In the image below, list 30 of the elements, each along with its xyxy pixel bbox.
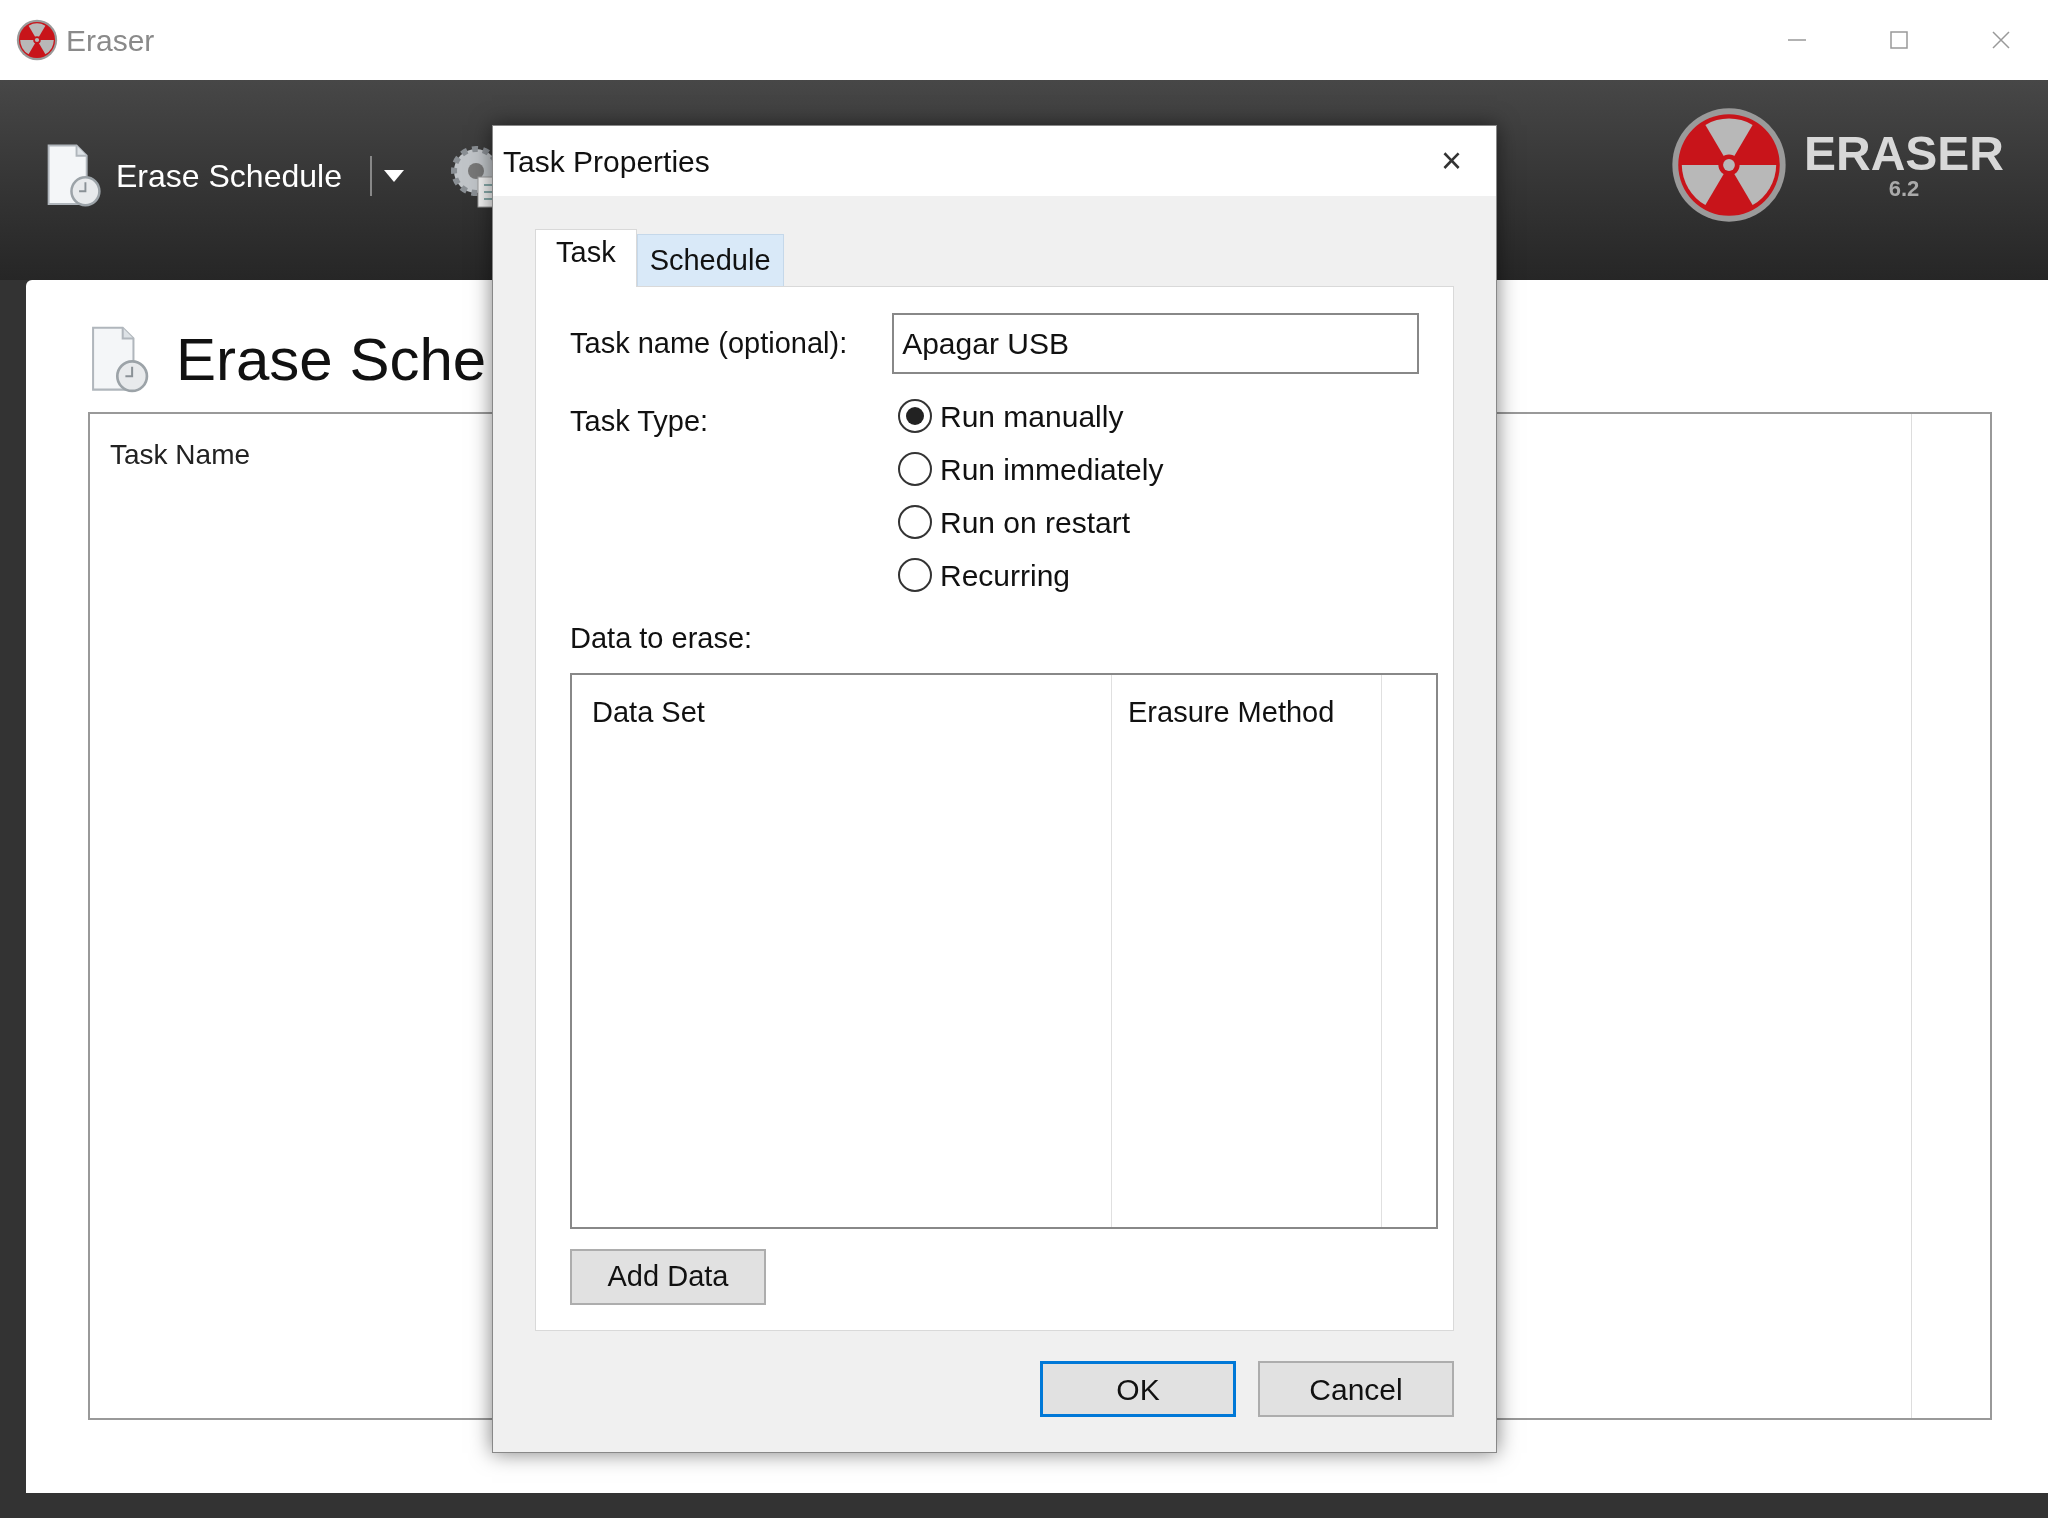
tab[interactable]: Schedule bbox=[636, 234, 784, 286]
erase-schedule-button[interactable]: Erase Schedule bbox=[116, 152, 342, 200]
radio-label: Run manually bbox=[940, 398, 1124, 435]
task-name-field[interactable]: Apagar USB bbox=[892, 313, 1419, 374]
dialog-title: Task Properties bbox=[503, 143, 710, 180]
radio-label: Run on restart bbox=[940, 504, 1131, 541]
dialog-button[interactable]: Cancel bbox=[1258, 1361, 1454, 1417]
radio-button[interactable] bbox=[898, 505, 932, 539]
section-label: Data to erase: bbox=[570, 621, 754, 656]
column-header: Task Name bbox=[109, 438, 252, 472]
dialog-button[interactable]: OK bbox=[1040, 1361, 1236, 1417]
dropdown-caret-icon[interactable] bbox=[383, 170, 404, 182]
radio-label: Recurring bbox=[940, 557, 1071, 594]
radio-button[interactable] bbox=[898, 452, 932, 486]
logo-version: 6.2 bbox=[1888, 178, 1920, 200]
radio-label: Run immediately bbox=[940, 451, 1164, 488]
close-icon[interactable] bbox=[1990, 29, 2012, 51]
column-header: Data Set bbox=[592, 695, 705, 728]
field-label: Task Type: bbox=[570, 404, 710, 439]
radio-button[interactable] bbox=[898, 399, 932, 433]
radio-button[interactable] bbox=[898, 558, 932, 592]
page-heading: Erase Sche bbox=[176, 325, 487, 395]
dialog-close-button[interactable]: × bbox=[1440, 143, 1462, 179]
app-icon bbox=[16, 19, 58, 61]
logo-name: ERASER bbox=[1803, 130, 2004, 178]
tab[interactable]: Task bbox=[535, 229, 637, 287]
column-header: Erasure Method bbox=[1128, 695, 1335, 728]
field-label: Task name (optional): bbox=[570, 325, 849, 361]
window-title: Eraser bbox=[66, 22, 155, 59]
add-data-button[interactable]: Add Data bbox=[570, 1248, 766, 1305]
